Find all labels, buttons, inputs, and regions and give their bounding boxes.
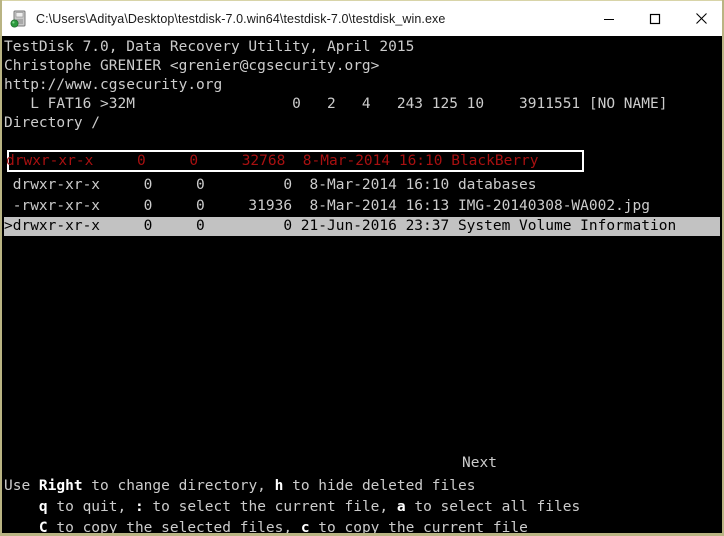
minimize-button[interactable] [586, 1, 632, 36]
testdisk-app-icon-glyph [10, 10, 26, 27]
help-line-3-mid-1: to copy the selected files, [47, 520, 301, 533]
table-row-img-jpg[interactable]: -rwxr-xr-x 0 0 31936 8-Mar-2014 16:13 IM… [4, 197, 650, 216]
help-key-q[interactable]: q [39, 499, 48, 515]
header-line-title: TestDisk 7.0, Data Recovery Utility, Apr… [4, 39, 415, 55]
help-line-3: C to copy the selected files, c to copy … [4, 519, 528, 533]
current-directory-line: Directory / [4, 115, 101, 131]
header-line-url: http://www.cgsecurity.org [4, 77, 223, 93]
table-row-databases[interactable]: drwxr-xr-x 0 0 0 8-Mar-2014 16:10 databa… [4, 176, 537, 195]
next-page-indicator[interactable]: Next [462, 454, 497, 473]
help-line-1-prefix: Use [4, 478, 39, 494]
window-title: C:\Users\Aditya\Desktop\testdisk-7.0.win… [36, 11, 446, 26]
minimize-icon [604, 18, 614, 20]
help-key-C-upper[interactable]: C [39, 520, 48, 533]
help-line-3-suffix: to copy the current file [309, 520, 528, 533]
application-window: C:\Users\Aditya\Desktop\testdisk-7.0.win… [0, 0, 724, 536]
help-line-1: Use Right to change directory, h to hide… [4, 477, 475, 496]
help-line-2-mid-2: to select the current file, [143, 499, 397, 515]
maximize-icon [649, 13, 661, 24]
partition-info-line: L FAT16 >32M 0 2 4 243 125 10 3911551 [N… [4, 96, 668, 112]
help-key-a[interactable]: a [397, 499, 406, 515]
maximize-button[interactable] [632, 1, 678, 36]
help-line-1-suffix: to hide deleted files [283, 478, 476, 494]
help-line-2-mid-1: to quit, [47, 499, 135, 515]
help-key-c-lower[interactable]: c [301, 520, 310, 533]
help-line-1-mid: to change directory, [82, 478, 275, 494]
help-key-colon[interactable]: : [135, 499, 144, 515]
help-line-3-indent [4, 520, 39, 533]
table-row-text: drwxr-xr-x 0 0 32768 8-Mar-2014 16:10 Bl… [6, 153, 539, 169]
help-key-right[interactable]: Right [39, 478, 83, 494]
table-row-text: >drwxr-xr-x 0 0 0 21-Jun-2016 23:37 Syst… [4, 218, 677, 234]
testdisk-app-icon [10, 10, 28, 28]
console-output-area[interactable]: TestDisk 7.0, Data Recovery Utility, Apr… [2, 36, 722, 533]
title-bar[interactable]: C:\Users\Aditya\Desktop\testdisk-7.0.win… [2, 0, 722, 36]
help-line-2-indent [4, 499, 39, 515]
header-line-author: Christophe GRENIER <grenier@cgsecurity.o… [4, 58, 380, 74]
help-line-2-suffix: to select all files [405, 499, 581, 515]
table-row-deleted-blackberry[interactable]: drwxr-xr-x 0 0 32768 8-Mar-2014 16:10 Bl… [6, 150, 584, 172]
table-row-selected-system-volume-information[interactable]: >drwxr-xr-x 0 0 0 21-Jun-2016 23:37 Syst… [4, 217, 720, 236]
help-line-2: q to quit, : to select the current file,… [4, 498, 580, 517]
close-button[interactable] [678, 1, 722, 36]
close-icon [695, 13, 707, 24]
